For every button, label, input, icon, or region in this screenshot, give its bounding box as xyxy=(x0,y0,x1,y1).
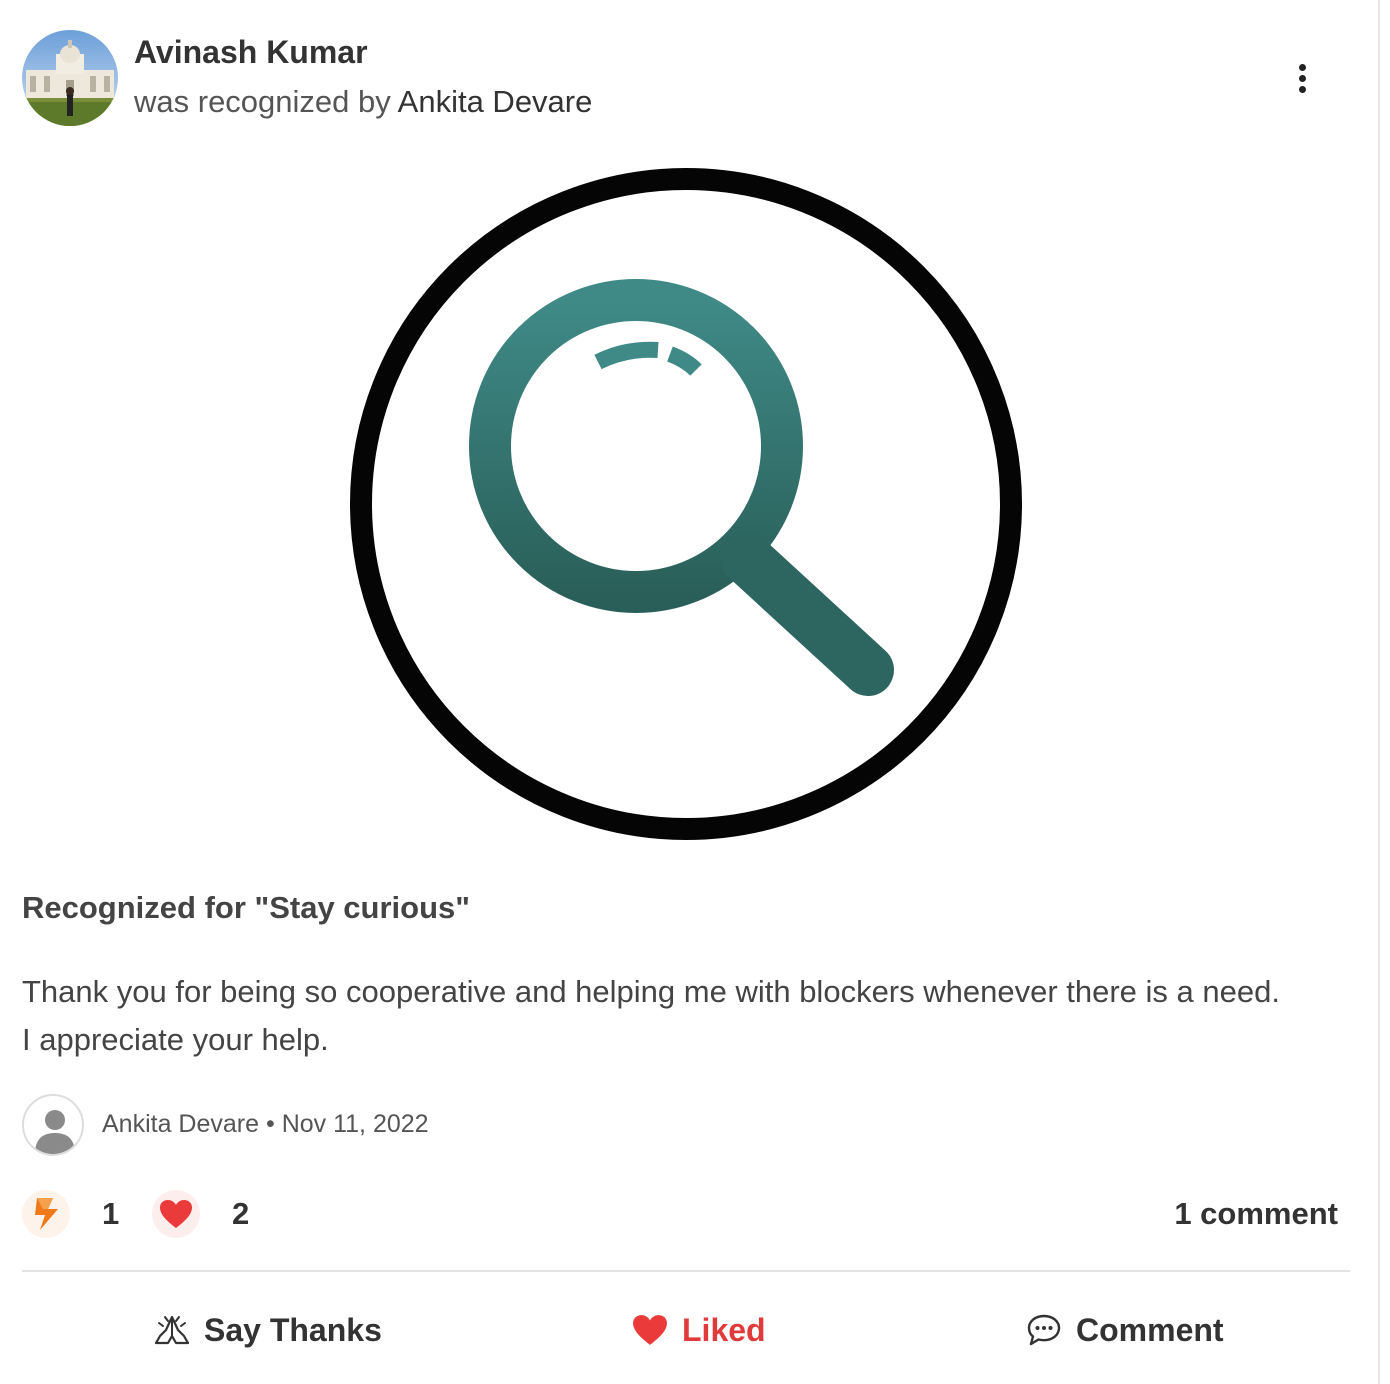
bolt-reaction-chip[interactable] xyxy=(22,1190,70,1238)
heart-reaction-chip[interactable] xyxy=(152,1190,200,1238)
message-line-1: Thank you for being so cooperative and h… xyxy=(22,974,1280,1009)
say-thanks-label: Say Thanks xyxy=(204,1311,382,1348)
say-thanks-button[interactable]: Say Thanks xyxy=(154,1306,382,1354)
lightning-icon xyxy=(35,1198,58,1230)
magnifying-glass-icon xyxy=(350,168,1022,840)
more-vertical-icon xyxy=(1298,63,1306,71)
author-meta: Ankita Devare • Nov 11, 2022 xyxy=(102,1110,429,1139)
recognized-prefix: was recognized by xyxy=(134,84,398,119)
more-dot xyxy=(1298,74,1306,82)
meta-separator: • xyxy=(265,1110,275,1138)
comment-label: Comment xyxy=(1076,1311,1224,1348)
more-options-button[interactable] xyxy=(1284,58,1320,98)
recognition-card: Avinash Kumar was recognized by Ankita D… xyxy=(0,0,1380,1384)
heart-icon xyxy=(160,1200,192,1228)
message-line-2: I appreciate your help. xyxy=(22,1022,329,1057)
recipient-avatar[interactable] xyxy=(22,30,118,126)
more-dot xyxy=(1298,85,1306,93)
recognition-message: Thank you for being so cooperative and h… xyxy=(22,968,1352,1064)
comment-count-link[interactable]: 1 comment xyxy=(1174,1196,1338,1232)
speech-bubble-icon xyxy=(1027,1314,1061,1346)
praying-hands-icon xyxy=(154,1315,190,1345)
bolt-reaction-count[interactable]: 1 xyxy=(102,1196,119,1232)
comment-button[interactable]: Comment xyxy=(1026,1306,1224,1354)
recognized-value-title: Recognized for "Stay curious" xyxy=(22,890,470,925)
stay-curious-badge xyxy=(346,166,1026,846)
recipient-name[interactable]: Avinash Kumar xyxy=(134,34,368,71)
heart-icon xyxy=(633,1315,667,1345)
default-user-icon xyxy=(35,1110,75,1154)
post-date: Nov 11, 2022 xyxy=(281,1110,429,1138)
liked-button[interactable]: Liked xyxy=(632,1306,766,1354)
heart-reaction-count[interactable]: 2 xyxy=(232,1196,249,1232)
liked-label: Liked xyxy=(682,1311,766,1348)
recognized-by-line: was recognized by Ankita Devare xyxy=(134,84,592,120)
action-divider xyxy=(22,1270,1350,1272)
giver-name[interactable]: Ankita Devare xyxy=(398,84,593,119)
author-avatar[interactable] xyxy=(22,1094,84,1156)
author-name[interactable]: Ankita Devare xyxy=(102,1110,259,1138)
